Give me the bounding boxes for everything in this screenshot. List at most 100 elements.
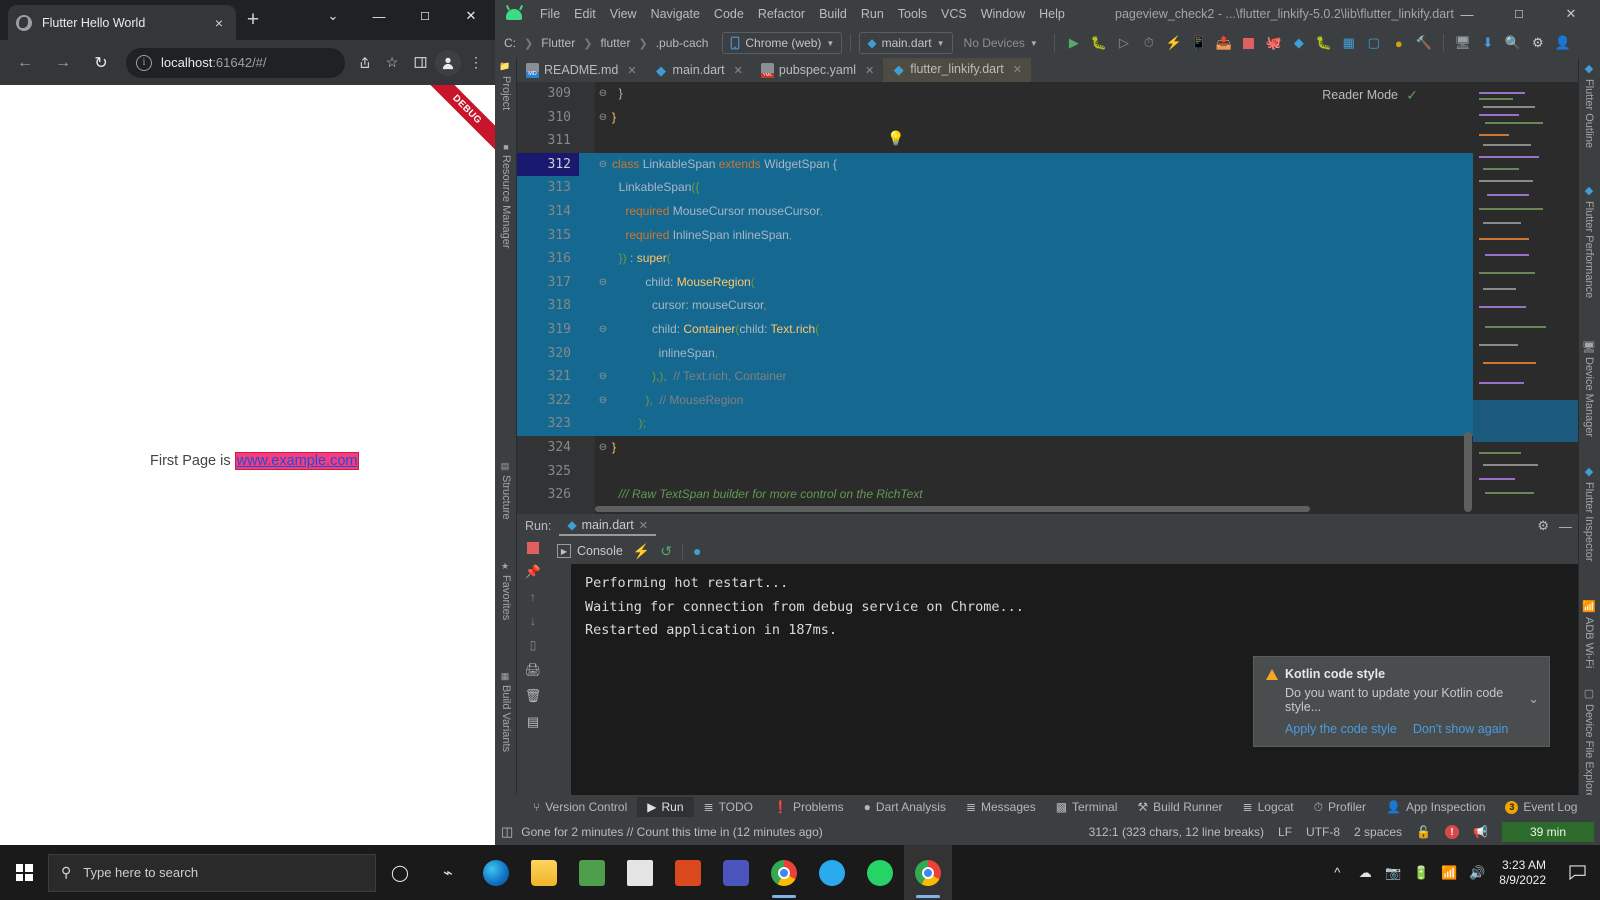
menu-code[interactable]: Code <box>707 5 751 23</box>
taskbar-app-chrome-debug[interactable] <box>904 845 952 900</box>
close-icon[interactable]: ✕ <box>734 64 743 77</box>
caret-position[interactable]: 312:1 (323 chars, 12 line breaks) <box>1089 825 1264 839</box>
code-line[interactable]: 310 ⊖} <box>517 106 1578 130</box>
tool-tab-resource-manager[interactable]: ■ Resource Manager <box>495 138 517 253</box>
code-line[interactable]: 309 ⊖ } <box>517 82 1578 106</box>
taskbar-app-mail[interactable] <box>616 845 664 900</box>
profile-icon[interactable]: ⏱ <box>1138 32 1160 54</box>
horizontal-scrollbar[interactable] <box>595 506 1310 512</box>
code-line[interactable]: 318 cursor: mouseCursor, <box>517 294 1578 318</box>
open-device-icon[interactable]: 📱 <box>1188 32 1210 54</box>
reader-mode-label[interactable]: Reader Mode <box>1322 88 1398 102</box>
scroll-up-icon[interactable]: ↑ <box>530 590 536 604</box>
taskbar-app-office[interactable] <box>664 845 712 900</box>
taskbar-app-telegram[interactable] <box>808 845 856 900</box>
browser-tab[interactable]: Flutter Hello World × <box>8 5 236 40</box>
devices-selector[interactable]: No Devices ▼ <box>955 32 1046 54</box>
tool-tab-favorites[interactable]: ★ Favorites <box>495 558 517 624</box>
browser-close-button[interactable]: ✕ <box>448 0 494 32</box>
menu-build[interactable]: Build <box>812 5 854 23</box>
taskbar-app-whatsapp[interactable] <box>856 845 904 900</box>
close-icon[interactable]: ✕ <box>865 64 874 77</box>
code-line[interactable]: 322 ⊖ ), // MouseRegion <box>517 388 1578 413</box>
user-avatar-icon[interactable]: 👤 <box>1552 32 1574 54</box>
tool-tab-build-variants[interactable]: ▦ Build Variants <box>495 668 517 756</box>
console-tab[interactable]: ▶ Console <box>557 544 623 558</box>
back-button[interactable]: ← <box>9 47 41 79</box>
code-line[interactable]: 312 ⊖ class LinkableSpan extends WidgetSpa… <box>517 152 1578 177</box>
code-line[interactable]: 323 ); <box>517 412 1578 436</box>
taskbar-app-file-explorer[interactable] <box>520 845 568 900</box>
run-icon[interactable]: ▶ <box>1063 32 1085 54</box>
editor-minimap[interactable] <box>1473 82 1578 514</box>
code-line[interactable]: 320 inlineSpan, <box>517 341 1578 366</box>
close-icon[interactable]: ✕ <box>627 64 636 77</box>
hide-icon[interactable]: — <box>1559 519 1572 534</box>
browser-minimize-button[interactable]: — <box>356 0 402 32</box>
code-line[interactable]: 324 ⊖} <box>517 436 1578 460</box>
cloud-icon[interactable]: ☁ <box>1351 845 1379 900</box>
tool-tab-flutter-outline[interactable]: ◆ Flutter Outline <box>1578 58 1600 152</box>
tool-tab-adb-wifi[interactable]: 📶 ADB Wi-Fi <box>1578 596 1600 673</box>
fold-toggle-icon[interactable]: ⊖ <box>597 271 609 295</box>
close-icon[interactable]: ✕ <box>1013 63 1022 76</box>
bottom-tab-event-log[interactable]: 3 Event Log <box>1495 797 1587 817</box>
indent-setting[interactable]: 2 spaces <box>1354 825 1402 839</box>
error-icon[interactable]: ! <box>1445 825 1460 839</box>
code-line[interactable]: 325 <box>517 460 1578 484</box>
breadcrumb-flutter[interactable]: Flutter <box>538 36 578 50</box>
fold-toggle-icon[interactable]: ⊖ <box>597 365 609 389</box>
layout-icon[interactable]: ▤ <box>527 714 539 730</box>
search-icon[interactable]: 🔍 <box>1502 32 1524 54</box>
tool-tab-device-file-explorer[interactable]: ▢ Device File Explorer <box>1578 683 1600 806</box>
apply-code-style-link[interactable]: Apply the code style <box>1285 722 1397 736</box>
bottom-tab-build-runner[interactable]: ⚒ Build Runner <box>1127 797 1232 817</box>
fold-toggle-icon[interactable]: ⊖ <box>597 389 609 413</box>
debug-icon[interactable]: 🐛 <box>1088 32 1110 54</box>
start-button[interactable] <box>0 845 48 900</box>
bottom-tab-app-inspection[interactable]: 👤 App Inspection <box>1376 797 1495 817</box>
fold-toggle-icon[interactable]: ⊖ <box>597 153 609 177</box>
chevron-down-icon[interactable]: ⌄ <box>1528 691 1539 707</box>
taskbar-app-chrome[interactable] <box>760 845 808 900</box>
breadcrumb-pubcache[interactable]: .pub-cach <box>653 36 712 50</box>
action-center-icon[interactable] <box>1560 845 1594 900</box>
close-icon[interactable]: × <box>210 15 228 31</box>
menu-help[interactable]: Help <box>1032 5 1072 23</box>
breadcrumb-flutter2[interactable]: flutter <box>597 36 633 50</box>
menu-run[interactable]: Run <box>854 5 891 23</box>
menu-view[interactable]: View <box>603 5 644 23</box>
editor-tab-flutter-linkify[interactable]: ◆ flutter_linkify.dart ✕ <box>883 58 1031 82</box>
vertical-scrollbar[interactable] <box>1464 432 1472 512</box>
share-icon[interactable] <box>351 50 377 76</box>
menu-window[interactable]: Window <box>974 5 1032 23</box>
collapse-icon[interactable]: ▯ <box>530 638 537 652</box>
new-tab-button[interactable]: + <box>242 9 264 30</box>
device-manager-icon[interactable]: 🖥 <box>1452 32 1474 54</box>
site-info-icon[interactable]: i <box>136 54 152 71</box>
volume-icon[interactable]: 🔊 <box>1463 845 1491 900</box>
bottom-tab-dart-analysis[interactable]: ● Dart Analysis <box>854 797 956 817</box>
address-bar[interactable]: i localhost:61642/#/ <box>126 47 345 78</box>
bottom-tab-problems[interactable]: ❗ Problems <box>763 797 854 817</box>
flutter-attach-icon[interactable]: 📤 <box>1213 32 1235 54</box>
inspection-ok-icon[interactable]: ✓ <box>1406 87 1418 104</box>
bottom-tab-todo[interactable]: ≣ TODO <box>694 797 764 817</box>
profile-avatar[interactable] <box>435 49 461 76</box>
unlocked-icon[interactable]: 🔓 <box>1416 825 1431 839</box>
hot-restart-icon[interactable]: ↺ <box>660 543 672 560</box>
run-configuration-selector[interactable]: ◆ main.dart ▼ <box>859 32 953 54</box>
menu-file[interactable]: File <box>533 5 567 23</box>
timer-chip[interactable]: 39 min <box>1501 822 1594 842</box>
menu-tools[interactable]: Tools <box>891 5 934 23</box>
task-view-icon[interactable]: ⌁ <box>424 845 472 900</box>
line-separator[interactable]: LF <box>1278 825 1292 839</box>
menu-edit[interactable]: Edit <box>567 5 603 23</box>
code-line[interactable]: 315 required InlineSpan inlineSpan, <box>517 223 1578 248</box>
editor-tab-readme[interactable]: README.md ✕ <box>517 58 646 82</box>
chrome-menu-icon[interactable]: ⋮ <box>463 50 489 76</box>
code-line[interactable]: 311 <box>517 129 1578 153</box>
code-line[interactable]: 326 /// Raw TextSpan builder for more co… <box>517 483 1578 507</box>
notification-popup[interactable]: Kotlin code style Do you want to update … <box>1253 656 1550 747</box>
editor-tab-main-dart[interactable]: ◆ main.dart ✕ <box>646 58 752 82</box>
